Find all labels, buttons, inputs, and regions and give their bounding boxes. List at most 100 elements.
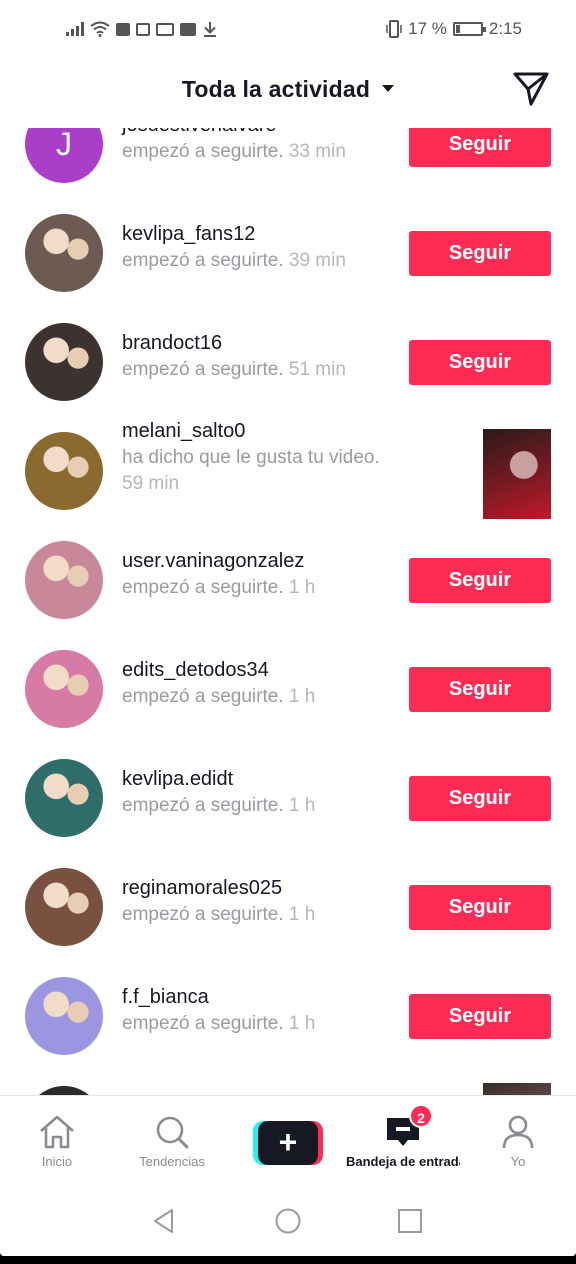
nav-discover[interactable]: Tendencias xyxy=(117,1114,227,1169)
activity-description: empezó a seguirte. 1 h xyxy=(122,686,315,708)
recents-icon[interactable] xyxy=(396,1207,424,1235)
activity-time: 1 h xyxy=(288,577,316,598)
nav-home[interactable]: Inicio xyxy=(2,1114,112,1169)
activity-text: ha dicho que le gusta tu video. xyxy=(122,447,380,468)
nav-inbox-label: Bandeja de entrada xyxy=(346,1154,460,1169)
activity-text: empezó a seguirte. xyxy=(122,359,284,380)
username[interactable]: melani_salto0 xyxy=(122,420,245,443)
news-icon xyxy=(136,22,150,36)
avatar[interactable] xyxy=(25,432,103,510)
bottom-nav: Inicio Tendencias + 2 Bandeja de entrada xyxy=(0,1095,576,1183)
list-item[interactable]: user.vaninagonzalez empezó a seguirte. 1 … xyxy=(0,525,576,634)
video-thumbnail[interactable] xyxy=(483,429,551,519)
list-item[interactable]: kevlipa.edidt empezó a seguirte. 1 h Segui… xyxy=(0,743,576,852)
username[interactable]: josuestivenalvare xyxy=(122,128,277,137)
follow-button[interactable]: Seguir xyxy=(409,231,551,276)
nav-discover-label: Tendencias xyxy=(139,1154,205,1169)
activity-text: empezó a seguirte. xyxy=(122,141,284,162)
home-circle-icon[interactable] xyxy=(274,1207,302,1235)
follow-button[interactable]: Seguir xyxy=(409,776,551,821)
follow-button[interactable]: Seguir xyxy=(409,885,551,930)
status-icons-right: 17 % 2:15 xyxy=(386,18,522,40)
activity-description: empezó a seguirte. 1 h xyxy=(122,1013,315,1035)
list-item[interactable]: reginamorales025 empezó a seguirte. 1 h Se… xyxy=(0,852,576,961)
username[interactable]: kevlipa.edidt xyxy=(122,768,233,791)
username[interactable]: reginamorales025 xyxy=(122,877,282,900)
follow-button[interactable]: Seguir xyxy=(409,994,551,1039)
status-bar: 17 % 2:15 xyxy=(0,0,576,58)
home-icon xyxy=(40,1115,74,1149)
wifi-icon xyxy=(90,21,110,37)
avatar-initial: J xyxy=(56,128,72,162)
avatar[interactable] xyxy=(25,1086,103,1095)
activity-description: empezó a seguirte. 39 min xyxy=(122,250,346,272)
screen: 17 % 2:15 Toda la actividad Jjosuestiven… xyxy=(0,0,576,1256)
signal-icon xyxy=(66,22,84,36)
activity-time: 59 min xyxy=(122,473,180,494)
activity-text: empezó a seguirte. xyxy=(122,250,284,271)
android-nav-bar xyxy=(0,1183,576,1256)
activity-description: empezó a seguirte. 1 h xyxy=(122,904,315,926)
activity-filter-dropdown[interactable]: Toda la actividad xyxy=(0,76,576,103)
follow-button[interactable]: Seguir xyxy=(409,128,551,167)
list-item[interactable]: kevlipa_fans12 empezó a seguirte. 39 min S… xyxy=(0,198,576,307)
stop-icon xyxy=(116,22,130,36)
activity-items: Jjosuestivenalvare empezó a seguirte. 33 … xyxy=(0,128,576,1095)
activity-text: empezó a seguirte. xyxy=(122,1013,284,1034)
plus-icon: + xyxy=(258,1121,318,1165)
activity-description: empezó a seguirte. 1 h xyxy=(122,795,315,817)
avatar[interactable] xyxy=(25,650,103,728)
list-item[interactable]: Jjosuestivenalvare empezó a seguirte. 33 … xyxy=(0,128,576,198)
activity-time: 1 h xyxy=(288,904,316,925)
header: Toda la actividad xyxy=(0,58,576,128)
caret-down-icon xyxy=(382,85,395,93)
avatar[interactable] xyxy=(25,977,103,1055)
avatar[interactable] xyxy=(25,541,103,619)
activity-text: empezó a seguirte. xyxy=(122,795,284,816)
activity-description: empezó a seguirte. 1 h xyxy=(122,577,315,599)
avatar[interactable] xyxy=(25,759,103,837)
person-icon xyxy=(502,1115,534,1149)
activity-time: 33 min xyxy=(288,141,346,162)
activity-description: empezó a seguirte. 33 min xyxy=(122,141,346,163)
list-item[interactable]: melani_salto0 ha dicho que le gusta tu vi… xyxy=(0,416,576,525)
activity-list[interactable]: Jjosuestivenalvare empezó a seguirte. 33 … xyxy=(0,128,576,1095)
nav-me[interactable]: Yo xyxy=(463,1114,573,1169)
follow-button[interactable]: Seguir xyxy=(409,340,551,385)
activity-description: empezó a seguirte. 51 min xyxy=(122,359,346,381)
avatar[interactable] xyxy=(25,214,103,292)
list-item[interactable] xyxy=(0,1070,576,1095)
follow-button[interactable]: Seguir xyxy=(409,667,551,712)
create-button[interactable]: + xyxy=(253,1121,323,1165)
activity-time: 1 h xyxy=(288,1013,316,1034)
paper-plane-icon[interactable] xyxy=(512,70,550,108)
activity-time: 1 h xyxy=(288,686,316,707)
status-icons-left xyxy=(66,18,218,40)
username[interactable]: f.f_bianca xyxy=(122,986,209,1009)
screen-icon xyxy=(156,22,174,36)
username[interactable]: kevlipa_fans12 xyxy=(122,223,255,246)
username[interactable]: edits_detodos34 xyxy=(122,659,269,682)
battery-percent: 17 % xyxy=(408,19,447,38)
inbox-badge: 2 xyxy=(409,1104,433,1128)
follow-button[interactable]: Seguir xyxy=(409,558,551,603)
username[interactable]: user.vaninagonzalez xyxy=(122,550,304,573)
page-title: Toda la actividad xyxy=(181,76,371,102)
video-thumbnail[interactable] xyxy=(483,1083,551,1095)
nav-inbox[interactable]: 2 Bandeja de entrada xyxy=(346,1104,460,1169)
battery-icon xyxy=(452,22,486,36)
nav-me-label: Yo xyxy=(510,1154,526,1169)
download-icon xyxy=(204,22,216,37)
nav-home-label: Inicio xyxy=(41,1154,73,1169)
avatar[interactable] xyxy=(25,868,103,946)
activity-time: 51 min xyxy=(288,359,346,380)
activity-time: 39 min xyxy=(288,250,346,271)
avatar[interactable]: J xyxy=(25,128,103,183)
list-item[interactable]: brandoct16 empezó a seguirte. 51 min Segui… xyxy=(0,307,576,416)
avatar[interactable] xyxy=(25,323,103,401)
list-item[interactable]: f.f_bianca empezó a seguirte. 1 h Seguir xyxy=(0,961,576,1070)
username[interactable]: brandoct16 xyxy=(122,332,222,355)
list-item[interactable]: edits_detodos34 empezó a seguirte. 1 h Seg… xyxy=(0,634,576,743)
activity-description: ha dicho que le gusta tu video. 59 min xyxy=(122,445,392,497)
back-icon[interactable] xyxy=(150,1207,178,1235)
